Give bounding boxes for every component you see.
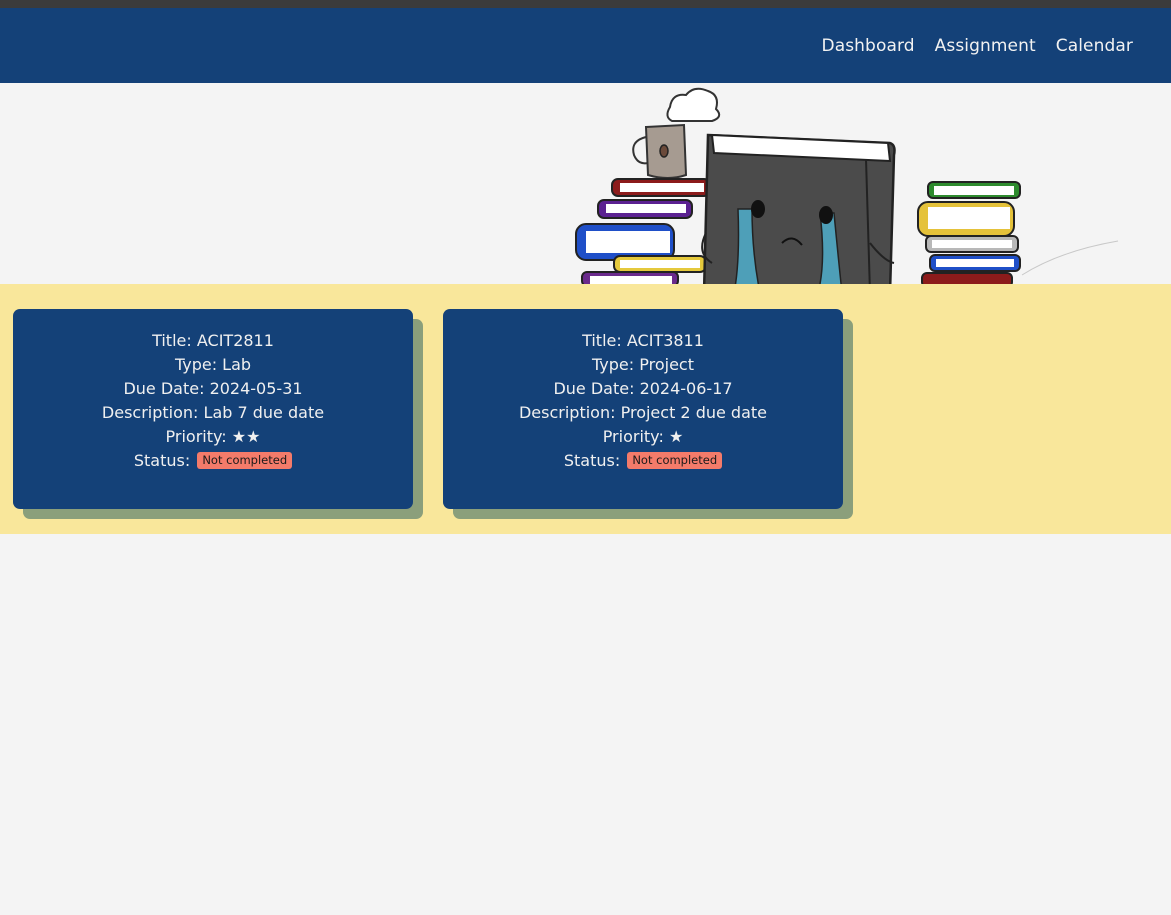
card-type-row: Type: Lab xyxy=(13,353,413,377)
crying-book-illustration xyxy=(575,87,1119,284)
card-status-row: Status: Not completed xyxy=(13,449,413,473)
nav-calendar-link[interactable]: Calendar xyxy=(1056,36,1133,56)
priority-stars: ★ xyxy=(668,427,684,446)
desc-value: Project 2 due date xyxy=(620,403,767,422)
nav-dashboard-link[interactable]: Dashboard xyxy=(822,36,915,56)
card-due-row: Due Date: 2024-06-17 xyxy=(443,377,843,401)
card-due-row: Due Date: 2024-05-31 xyxy=(13,377,413,401)
assignment-card-body[interactable]: Title: ACIT3811 Type: Project Due Date: … xyxy=(443,309,843,509)
type-value: Lab xyxy=(222,355,252,374)
type-label: Type: xyxy=(592,355,635,374)
assignment-card: Title: ACIT2811 Type: Lab Due Date: 2024… xyxy=(13,309,423,519)
card-title-row: Title: ACIT3811 xyxy=(443,329,843,353)
card-desc-row: Description: Project 2 due date xyxy=(443,401,843,425)
status-badge: Not completed xyxy=(197,452,293,469)
assignments-section: Title: ACIT2811 Type: Lab Due Date: 2024… xyxy=(0,284,1171,534)
type-label: Type: xyxy=(174,355,218,374)
priority-label: Priority: xyxy=(602,427,664,446)
status-label: Status: xyxy=(133,451,191,470)
card-priority-row: Priority: ★★ xyxy=(13,425,413,449)
title-label: Title: xyxy=(152,331,192,350)
status-badge: Not completed xyxy=(627,452,723,469)
title-value: ACIT2811 xyxy=(196,331,274,350)
assignment-card: Title: ACIT3811 Type: Project Due Date: … xyxy=(443,309,853,519)
navbar: Dashboard Assignment Calendar xyxy=(0,8,1171,83)
desc-label: Description: xyxy=(518,403,616,422)
due-label: Due Date: xyxy=(553,379,635,398)
card-priority-row: Priority: ★ xyxy=(443,425,843,449)
title-value: ACIT3811 xyxy=(626,331,704,350)
banner xyxy=(0,83,1171,284)
title-label: Title: xyxy=(582,331,622,350)
due-label: Due Date: xyxy=(123,379,205,398)
priority-stars: ★★ xyxy=(231,427,261,446)
card-status-row: Status: Not completed xyxy=(443,449,843,473)
status-label: Status: xyxy=(563,451,621,470)
nav-assignment-link[interactable]: Assignment xyxy=(935,36,1036,56)
type-value: Project xyxy=(639,355,694,374)
card-type-row: Type: Project xyxy=(443,353,843,377)
priority-label: Priority: xyxy=(165,427,227,446)
due-value: 2024-05-31 xyxy=(209,379,303,398)
card-desc-row: Description: Lab 7 due date xyxy=(13,401,413,425)
card-title-row: Title: ACIT2811 xyxy=(13,329,413,353)
due-value: 2024-06-17 xyxy=(639,379,733,398)
desc-value: Lab 7 due date xyxy=(203,403,325,422)
assignment-card-body[interactable]: Title: ACIT2811 Type: Lab Due Date: 2024… xyxy=(13,309,413,509)
desc-label: Description: xyxy=(101,403,199,422)
top-strip xyxy=(0,0,1171,8)
